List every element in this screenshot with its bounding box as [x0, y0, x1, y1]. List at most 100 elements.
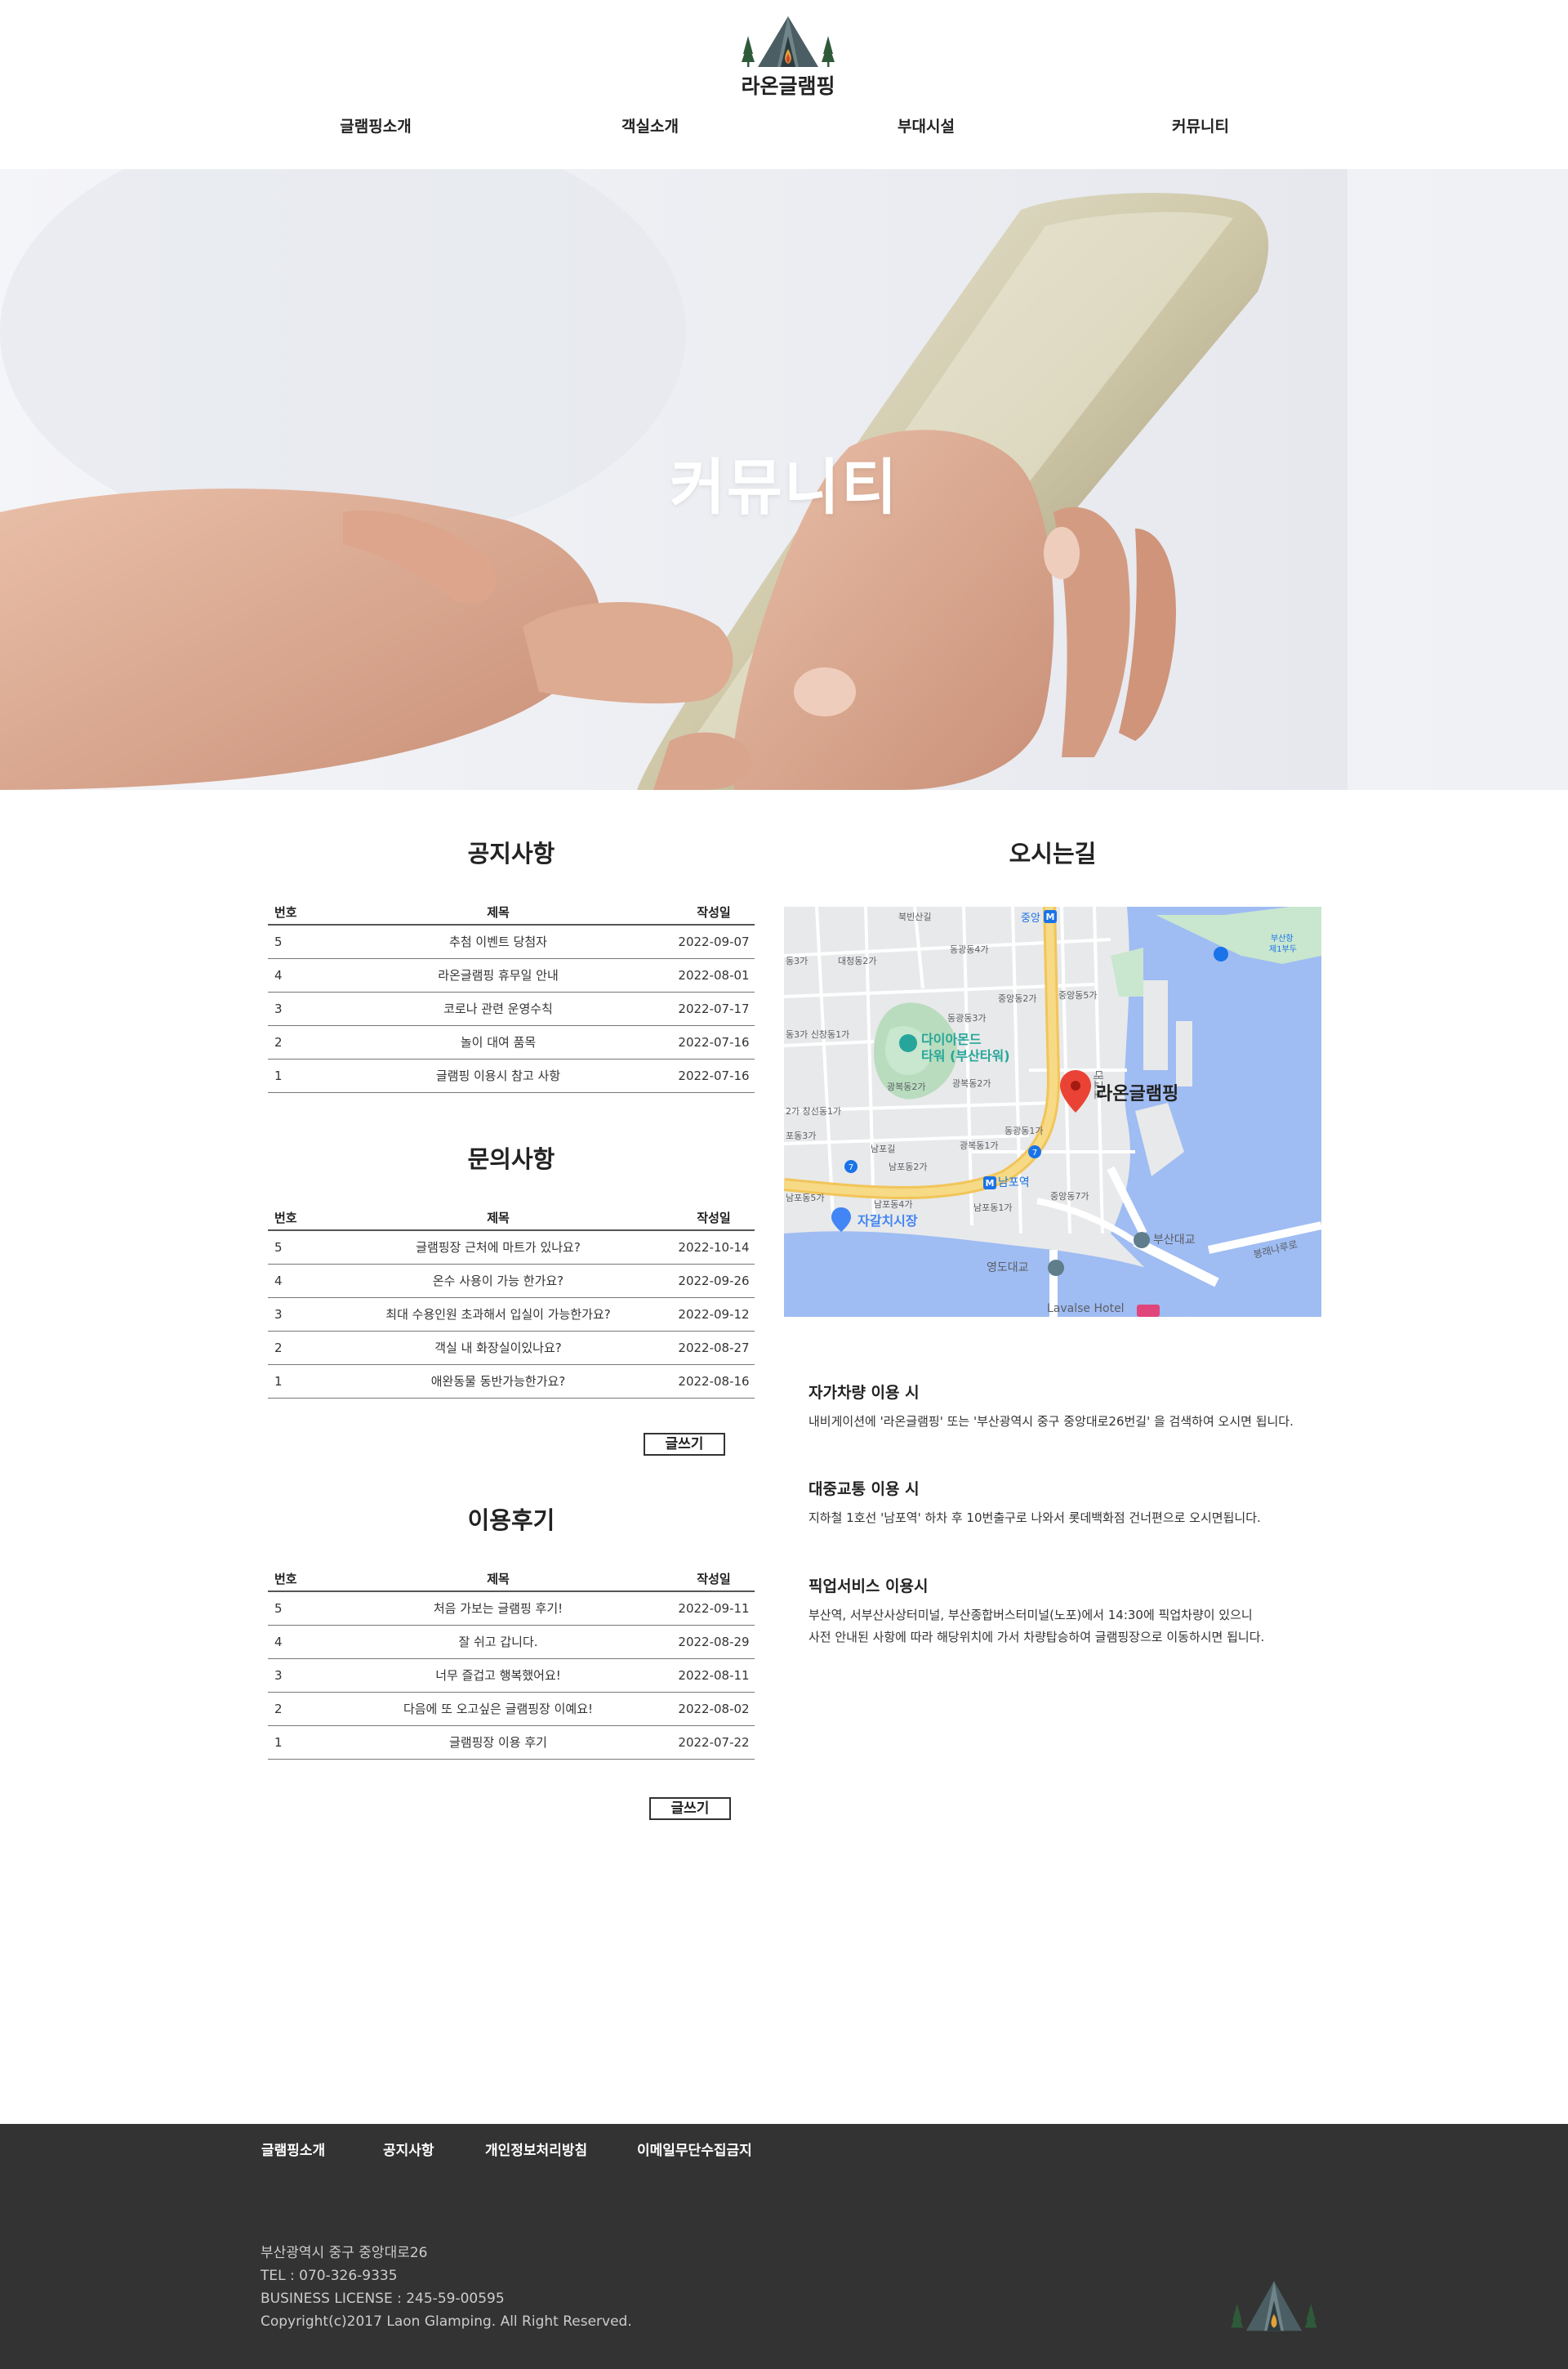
- svg-text:다이아몬드: 다이아몬드: [921, 1032, 982, 1047]
- table-row[interactable]: 1 애완동물 동반가능한가요? 2022-08-16: [268, 1364, 755, 1399]
- row-num: 4: [268, 1625, 323, 1659]
- row-subject[interactable]: 잘 쉬고 갑니다.: [323, 1625, 673, 1659]
- svg-text:타워 (부산타워): 타워 (부산타워): [921, 1048, 1010, 1064]
- map-label-jungang: 중앙: [1021, 912, 1040, 925]
- row-num: 5: [268, 1230, 323, 1265]
- row-date: 2022-08-02: [673, 1692, 755, 1726]
- table-row[interactable]: 2 다음에 또 오고싶은 글램핑장 이예요! 2022-08-02: [268, 1692, 755, 1726]
- row-subject[interactable]: 너무 즐겁고 행복했어요!: [323, 1658, 673, 1693]
- map-label: 남포길: [871, 1144, 895, 1154]
- map-label-yeongdo-bridge: 영도대교: [987, 1261, 1029, 1274]
- map-label-nampo: 남포역: [998, 1176, 1030, 1189]
- row-date: 2022-08-27: [673, 1331, 755, 1365]
- table-row[interactable]: 3 너무 즐겁고 행복했어요! 2022-08-11: [268, 1658, 755, 1693]
- direction-car-title: 자가차량 이용 시: [808, 1384, 920, 1402]
- row-date: 2022-07-16: [673, 1059, 755, 1093]
- footer-link-glamping-intro[interactable]: 글램핑소개: [261, 2139, 325, 2159]
- row-subject[interactable]: 애완동물 동반가능한가요?: [323, 1364, 673, 1399]
- table-row[interactable]: 2 놀이 대여 품목 2022-07-16: [268, 1025, 755, 1060]
- review-board: 이용후기 번호 제목 작성일 5 처음 가보는 글램핑 후기! 2022-09-11…: [268, 1501, 755, 1760]
- footer-address: 부산광역시 중구 중앙대로26: [261, 2245, 428, 2261]
- row-date: 2022-09-26: [673, 1264, 755, 1298]
- nav-item-facilities[interactable]: 부대시설: [844, 114, 1008, 136]
- row-num: 4: [268, 958, 323, 993]
- footer-info: 부산광역시 중구 중앙대로26 TEL : 070-326-9335 BUSIN…: [261, 2242, 632, 2333]
- footer-license: BUSINESS LICENSE : 245-59-00595: [261, 2291, 505, 2307]
- row-subject[interactable]: 처음 가보는 글램핑 후기!: [323, 1591, 673, 1626]
- table-row[interactable]: 4잘 쉬고 갑니다. 2022-08-29: [268, 1625, 755, 1659]
- col-num-header: 번호: [268, 1567, 323, 1592]
- row-date: 2022-08-11: [673, 1658, 755, 1693]
- location-map[interactable]: M M 7 7 북빈산길 동3가 대청동2가 동광동4가 중앙동2가 중앙동5가…: [784, 907, 1321, 1317]
- direction-transit-text: 지하철 1호선 '남포역' 하차 후 10번출구로 나와서 롯데백화점 건너편으…: [808, 1510, 1261, 1525]
- row-subject[interactable]: 객실 내 화장실이있나요?: [323, 1331, 673, 1365]
- row-num: 1: [268, 1364, 323, 1399]
- table-row[interactable]: 3 코로나 관련 운영수칙 2022-07-17: [268, 992, 755, 1026]
- logo-text: 라온글램핑: [741, 74, 835, 98]
- direction-pickup-text2: 사전 안내된 사항에 따라 해당위치에 가서 차량탑승하여 글램핑장으로 이동하…: [808, 1630, 1265, 1644]
- table-row[interactable]: 4 라온글램핑 휴무일 안내 2022-08-01: [268, 958, 755, 993]
- map-label: 동광동3가: [947, 1013, 986, 1024]
- footer-link-notice[interactable]: 공지사항: [383, 2139, 434, 2159]
- row-subject[interactable]: 코로나 관련 운영수칙: [323, 992, 673, 1026]
- map-label: 포동3가: [786, 1131, 816, 1141]
- row-subject[interactable]: 글램핑 이용시 참고 사항: [323, 1059, 673, 1093]
- col-date-header: 작성일: [673, 900, 755, 926]
- direction-pickup-text: 부산역, 서부산사상터미널, 부산종합버스터미널(노포)에서 14:30에 픽업…: [808, 1608, 1253, 1622]
- row-subject[interactable]: 라온글램핑 휴무일 안내: [323, 958, 673, 993]
- col-num-header: 번호: [268, 900, 323, 926]
- table-row[interactable]: 2 객실 내 화장실이있나요? 2022-08-27: [268, 1331, 755, 1365]
- nav-item-rooms[interactable]: 객실소개: [568, 114, 732, 136]
- footer-link-privacy[interactable]: 개인정보처리방침: [485, 2139, 587, 2159]
- row-subject[interactable]: 추첨 이벤트 당첨자: [323, 925, 673, 959]
- row-num: 1: [268, 1725, 323, 1760]
- qna-write-button[interactable]: 글쓰기: [644, 1433, 725, 1456]
- table-row[interactable]: 5 추첨 이벤트 당첨자 2022-09-07: [268, 925, 755, 959]
- footer-link-no-email[interactable]: 이메일무단수집금지: [637, 2139, 752, 2159]
- review-title: 이용후기: [467, 1506, 555, 1534]
- col-subject-header: 제목: [323, 1206, 673, 1231]
- svg-text:M: M: [1046, 912, 1055, 922]
- map-pin-label: 라온글램핑: [1096, 1084, 1178, 1104]
- notice-title: 공지사항: [467, 840, 555, 868]
- review-write-button[interactable]: 글쓰기: [649, 1797, 731, 1820]
- row-subject[interactable]: 글램핑장 이용 후기: [323, 1725, 673, 1760]
- map-label: 남포동1가: [973, 1202, 1012, 1213]
- row-subject[interactable]: 온수 사용이 가능 한가요?: [323, 1264, 673, 1298]
- row-num: 2: [268, 1692, 323, 1726]
- map-label: 남포동2가: [889, 1162, 927, 1172]
- tent-logo-icon: [742, 16, 835, 67]
- row-subject[interactable]: 글램핑장 근처에 마트가 있나요?: [323, 1230, 673, 1265]
- row-num: 4: [268, 1264, 323, 1298]
- table-row[interactable]: 4 온수 사용이 가능 한가요? 2022-09-26: [268, 1264, 755, 1298]
- nav-item-glamping-intro[interactable]: 글램핑소개: [294, 114, 457, 136]
- row-date: 2022-09-07: [673, 925, 755, 959]
- table-row[interactable]: 1 글램핑장 이용 후기 2022-07-22: [268, 1725, 755, 1760]
- table-row[interactable]: 5 처음 가보는 글램핑 후기! 2022-09-11: [268, 1591, 755, 1626]
- directions-title: 오시는길: [1009, 840, 1097, 868]
- svg-text:M: M: [986, 1178, 995, 1189]
- nav-item-community[interactable]: 커뮤니티: [1119, 114, 1282, 136]
- row-num: 2: [268, 1025, 323, 1060]
- col-num-header: 번호: [268, 1206, 323, 1231]
- svg-text:부산항: 부산항: [1271, 934, 1294, 944]
- table-row[interactable]: 1 글램핑 이용시 참고 사항 2022-07-16: [268, 1059, 755, 1093]
- footer-copyright: Copyright(c)2017 Laon Glamping. All Righ…: [261, 2313, 632, 2330]
- row-subject[interactable]: 놀이 대여 품목: [323, 1025, 673, 1060]
- row-num: 5: [268, 1591, 323, 1626]
- table-header-row: 번호 제목 작성일: [268, 1567, 755, 1592]
- review-table: 번호 제목 작성일 5 처음 가보는 글램핑 후기! 2022-09-11 4잘 쉬…: [268, 1567, 755, 1760]
- row-num: 5: [268, 925, 323, 959]
- row-date: 2022-08-29: [673, 1625, 755, 1659]
- row-date: 2022-09-11: [673, 1591, 755, 1626]
- site-logo[interactable]: 라온글램핑: [735, 11, 841, 101]
- map-label: 광복동1가: [960, 1140, 998, 1151]
- row-date: 2022-10-14: [673, 1230, 755, 1265]
- table-row[interactable]: 5 글램핑장 근처에 마트가 있나요? 2022-10-14: [268, 1230, 755, 1265]
- row-subject[interactable]: 다음에 또 오고싶은 글램핑장 이예요!: [323, 1692, 673, 1726]
- row-num: 3: [268, 992, 323, 1026]
- row-subject[interactable]: 최대 수용인원 초과해서 입실이 가능한가요?: [323, 1297, 673, 1332]
- map-label: 남포동5가: [786, 1193, 824, 1203]
- hero-title: 커뮤니티: [669, 453, 899, 523]
- table-row[interactable]: 3 최대 수용인원 초과해서 입실이 가능한가요? 2022-09-12: [268, 1297, 755, 1332]
